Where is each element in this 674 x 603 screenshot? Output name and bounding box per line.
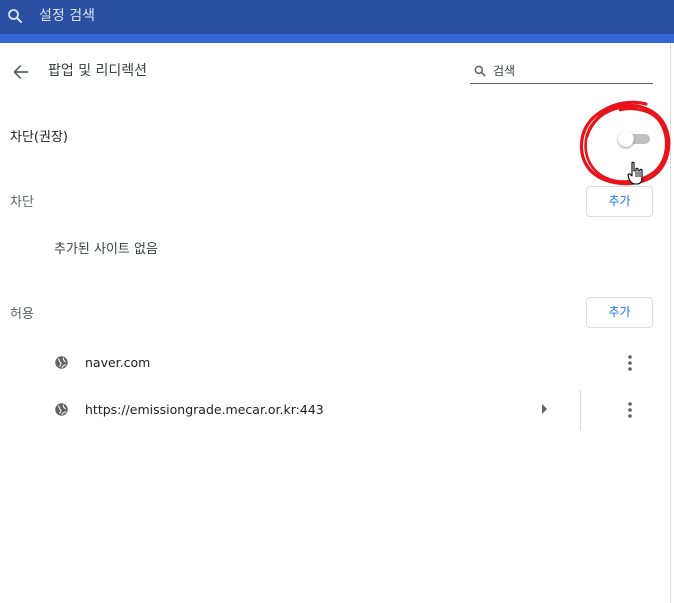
block-section-heading: 차단 [10,195,34,210]
allowed-site-row: naver.com [0,343,670,383]
allow-add-button[interactable]: 추가 [586,297,653,328]
arrow-right-icon[interactable] [541,404,549,414]
search-icon [474,65,486,77]
red-annotation-circle [579,100,671,186]
row-action-separator [580,390,581,430]
block-recommended-label: 차단(권장) [10,130,68,145]
arrow-back-icon[interactable] [11,62,31,82]
subpage-search-input[interactable]: 검색 [470,60,653,84]
page-title: 팝업 및 리디렉션 [48,63,148,79]
hand-pointer-cursor [627,161,643,185]
allowed-site-url: naver.com [85,355,151,370]
header-accent-strip [0,34,674,43]
block-add-button[interactable]: 추가 [586,186,653,217]
block-empty-message: 추가된 사이트 없음 [54,242,158,257]
subpage-search-placeholder: 검색 [493,64,516,78]
globe-icon [55,356,68,369]
search-icon [8,9,22,23]
globe-icon [55,403,68,416]
allowed-site-url: https://emissiongrade.mecar.or.kr:443 [85,402,324,417]
allowed-site-row: https://emissiongrade.mecar.or.kr:443 [0,390,670,430]
allow-section-heading: 허용 [10,307,34,322]
settings-search-bar[interactable]: 설정 검색 [0,0,674,34]
more-vert-icon[interactable] [622,352,638,374]
settings-search-placeholder: 설정 검색 [39,8,95,24]
more-vert-icon[interactable] [622,399,638,421]
